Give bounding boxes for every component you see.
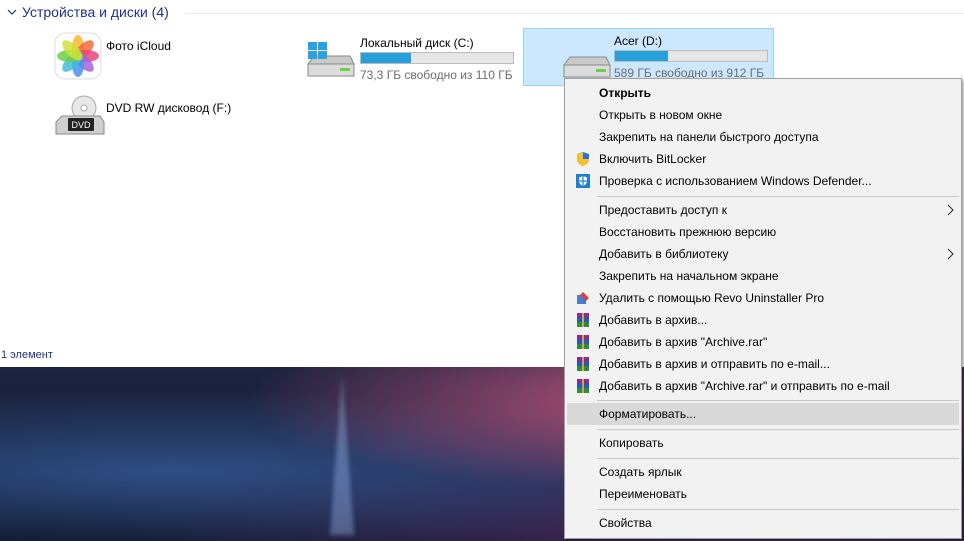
tile-name: DVD RW дисковод (F:) [106,101,232,115]
menu-item-add-archive-email[interactable]: Добавить в архив и отправить по e-mail..… [567,353,959,375]
menu-separator [597,400,959,401]
menu-item-label: Закрепить на начальном экране [599,269,779,283]
winrar-icon [577,335,589,349]
tile-drive-c[interactable]: Локальный диск (C:) 73,3 ГБ свободно из … [300,30,520,86]
tile-name: Acer (D:) [614,34,662,48]
menu-item-pin-quick-access[interactable]: Закрепить на панели быстрого доступа [567,126,959,148]
wallpaper-light-beam [330,375,354,535]
menu-item-label: Открыть [599,86,652,100]
tile-dvd-drive[interactable]: DVD DVD RW дисковод (F:) [52,92,272,148]
menu-item-rename[interactable]: Переименовать [567,483,959,505]
menu-item-defender[interactable]: Проверка с использованием Windows Defend… [567,170,959,192]
disk-usage-bar [614,50,768,62]
winrar-icon [577,357,589,371]
menu-item-label: Проверка с использованием Windows Defend… [599,174,872,188]
group-header[interactable]: Устройства и диски (4) [6,4,169,20]
menu-item-add-to-library[interactable]: Добавить в библиотеку [567,243,959,265]
menu-item-label: Копировать [599,436,664,450]
chevron-right-icon [947,248,954,260]
menu-item-label: Создать ярлык [599,465,682,479]
menu-separator [597,196,959,197]
menu-item-label: Добавить в архив и отправить по e-mail..… [599,357,830,371]
chevron-down-icon [7,9,17,15]
windows-defender-icon [576,174,590,188]
menu-item-open-new-window[interactable]: Открыть в новом окне [567,104,959,126]
disk-usage-bar [360,52,514,64]
icloud-photos-icon [54,32,102,80]
menu-item-revo-uninstall[interactable]: Удалить с помощью Revo Uninstaller Pro [567,287,959,309]
group-divider [186,13,964,14]
chevron-right-icon [947,204,954,216]
context-menu: Открыть Открыть в новом окне Закрепить н… [564,78,962,539]
menu-item-add-archive-rar-email[interactable]: Добавить в архив "Archive.rar" и отправи… [567,375,959,397]
menu-item-restore-previous[interactable]: Восстановить прежнюю версию [567,221,959,243]
menu-item-label: Переименовать [599,487,687,501]
dvd-label: DVD [71,120,91,130]
menu-item-copy[interactable]: Копировать [567,432,959,454]
winrar-icon [577,313,589,327]
disk-usage-fill [615,51,669,61]
dvd-drive-icon: DVD [55,95,105,135]
status-bar-text: 1 элемент [1,349,53,361]
disk-usage-fill [361,53,412,63]
menu-item-label: Добавить в библиотеку [599,247,729,261]
menu-item-label: Добавить в архив "Archive.rar" и отправи… [599,379,890,393]
menu-item-label: Добавить в архив "Archive.rar" [599,335,768,349]
menu-separator [597,509,959,510]
revo-uninstaller-icon [577,292,589,304]
tile-icloud-photos[interactable]: Фото iCloud [52,30,272,86]
menu-separator [597,429,959,430]
menu-item-create-shortcut[interactable]: Создать ярлык [567,461,959,483]
disk-free-text: 73,3 ГБ свободно из 110 ГБ [360,68,513,82]
menu-item-give-access[interactable]: Предоставить доступ к [567,199,959,221]
shield-icon [577,152,589,166]
menu-item-add-archive-rar[interactable]: Добавить в архив "Archive.rar" [567,331,959,353]
windows-drive-icon [307,42,355,77]
menu-item-pin-start[interactable]: Закрепить на начальном экране [567,265,959,287]
menu-item-add-archive[interactable]: Добавить в архив... [567,309,959,331]
menu-item-label: Свойства [599,516,652,530]
menu-item-label: Закрепить на панели быстрого доступа [599,130,819,144]
menu-item-label: Включить BitLocker [599,152,707,166]
menu-item-bitlocker[interactable]: Включить BitLocker [567,148,959,170]
group-title: Устройства и диски (4) [22,4,169,20]
menu-separator [597,458,959,459]
menu-item-label: Открыть в новом окне [599,108,723,122]
tile-name: Фото iCloud [106,39,171,53]
menu-item-label: Добавить в архив... [599,313,708,327]
menu-item-label: Форматировать... [599,407,697,421]
winrar-icon [577,379,589,393]
menu-item-properties[interactable]: Свойства [567,512,959,534]
menu-item-label: Удалить с помощью Revo Uninstaller Pro [599,291,825,305]
tile-name: Локальный диск (C:) [360,36,474,50]
menu-item-label: Восстановить прежнюю версию [599,225,777,239]
menu-item-format[interactable]: Форматировать... [567,403,959,425]
menu-item-label: Предоставить доступ к [599,203,727,217]
menu-item-open[interactable]: Открыть [567,82,959,104]
